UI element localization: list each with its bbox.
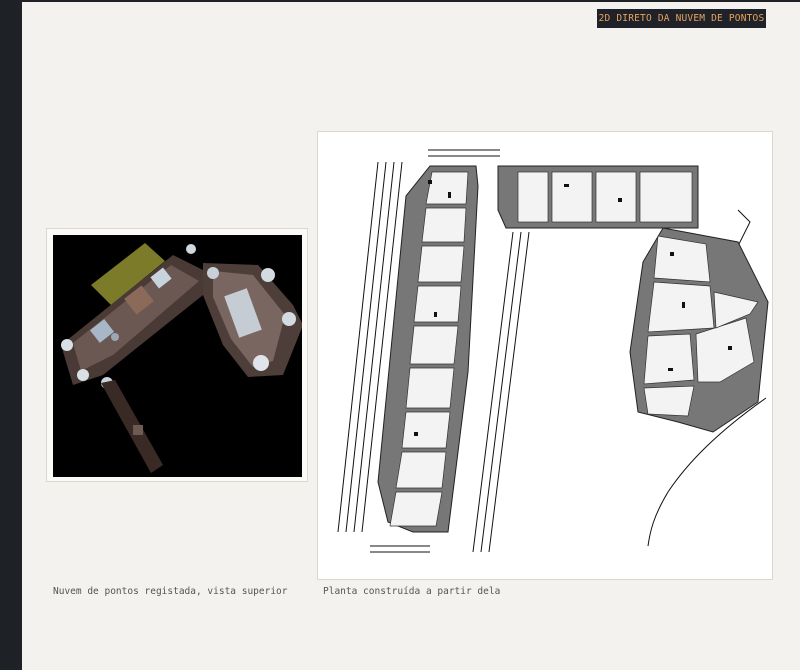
floor-plan-caption: Planta construída a partir dela xyxy=(323,586,501,597)
floor-plan-figure xyxy=(317,131,773,580)
floor-plan-drawing xyxy=(337,149,769,553)
top-border xyxy=(22,0,800,2)
point-cloud-image xyxy=(53,235,302,477)
point-cloud-caption: Nuvem de pontos registada, vista superio… xyxy=(53,586,288,597)
point-cloud-figure xyxy=(46,228,308,482)
sidebar xyxy=(0,0,22,670)
section-badge: 2D DIRETO DA NUVEM DE PONTOS xyxy=(597,9,766,28)
